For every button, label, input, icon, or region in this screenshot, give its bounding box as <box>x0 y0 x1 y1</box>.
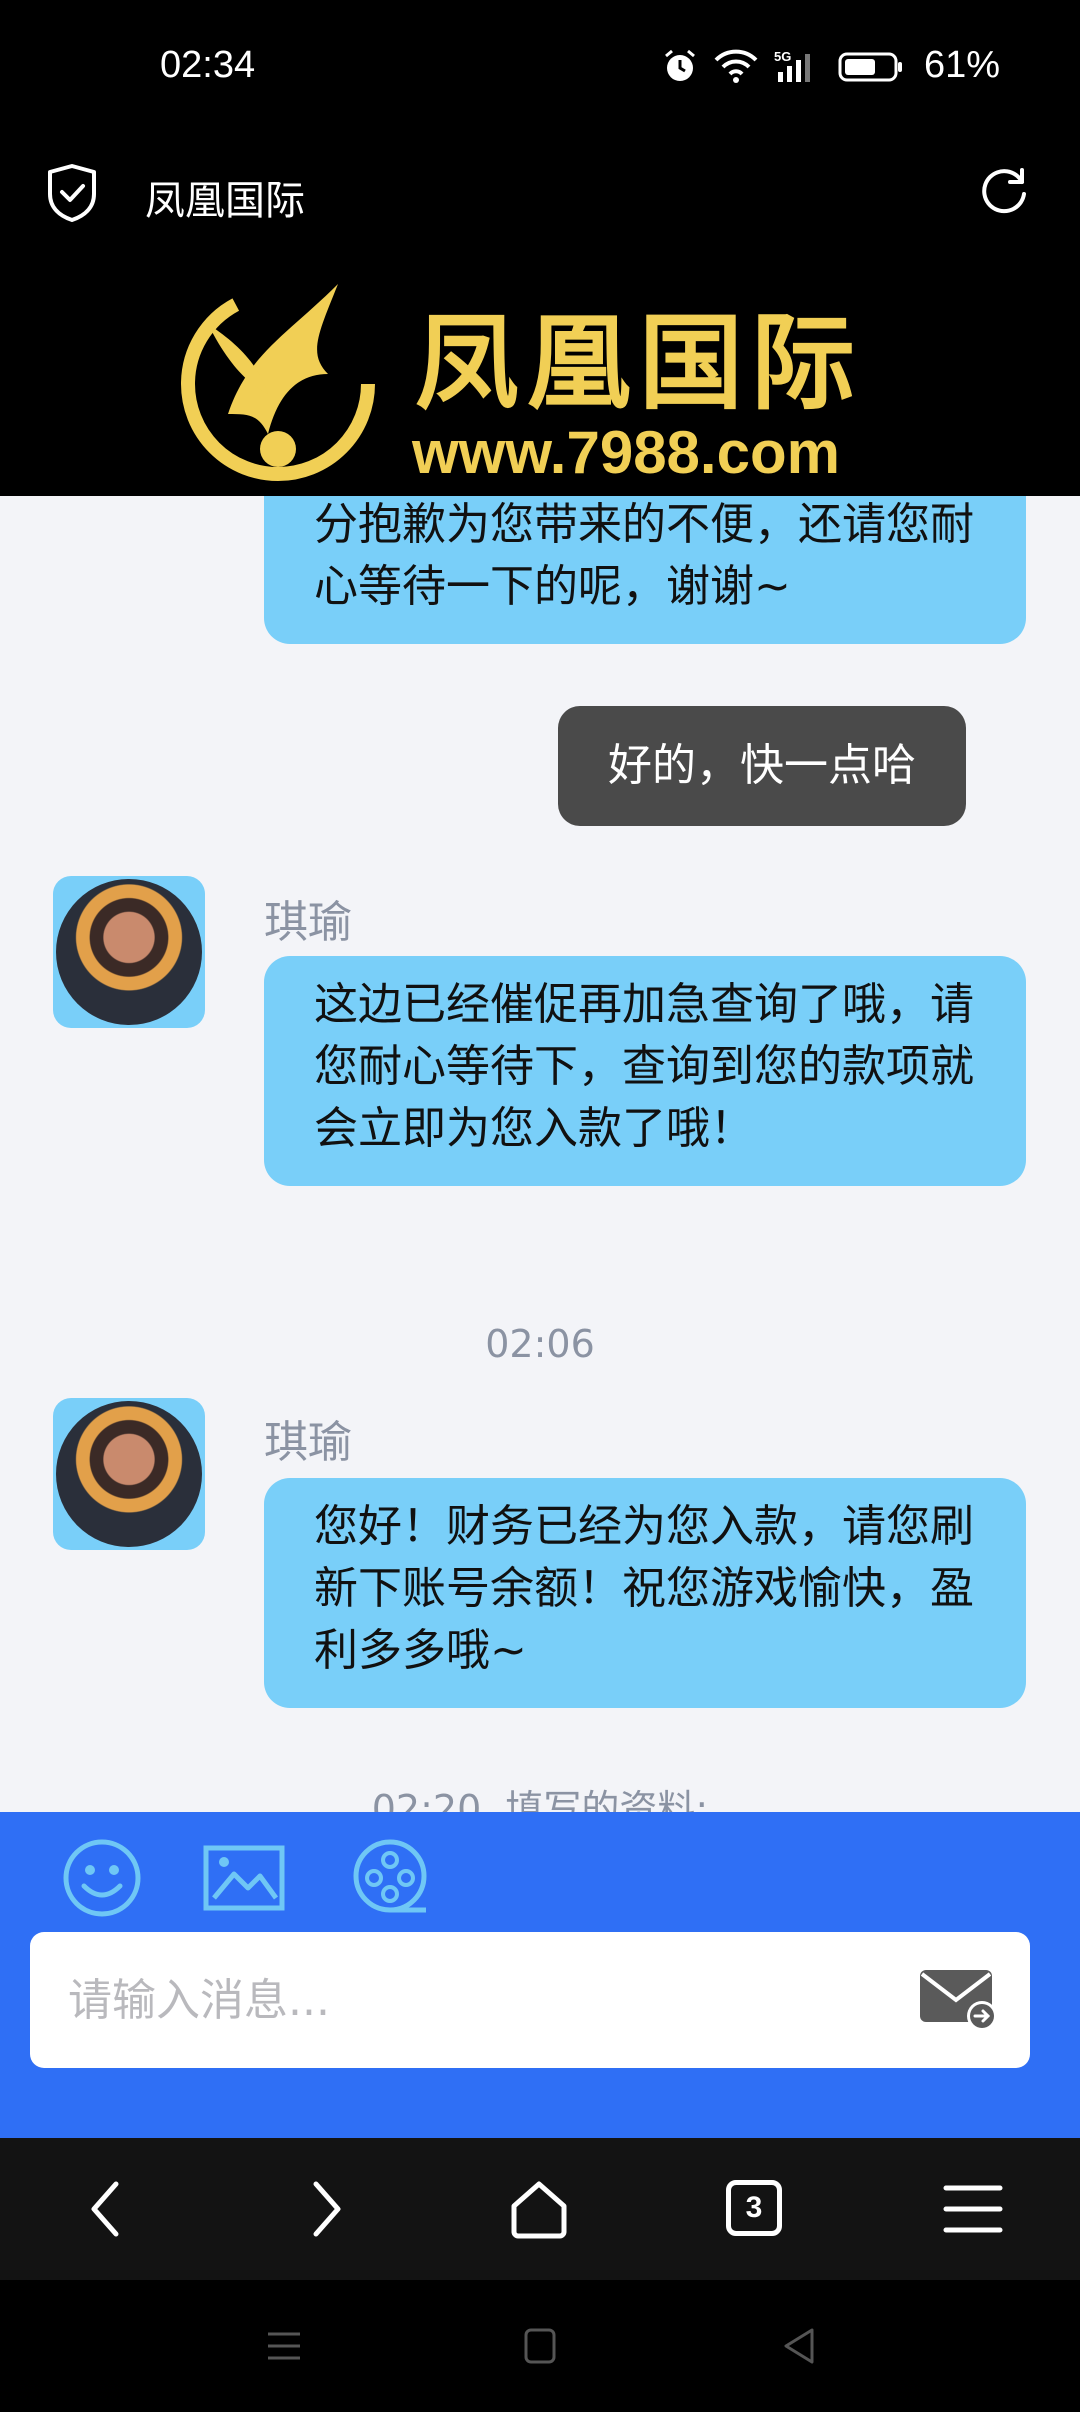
home-icon[interactable] <box>506 2176 572 2242</box>
image-icon[interactable] <box>202 1836 286 1920</box>
user-message: 好的，快一点哈 <box>558 706 966 826</box>
status-icons: 5G 61% <box>662 44 1000 87</box>
shield-icon[interactable] <box>44 162 100 224</box>
message-input[interactable] <box>68 1970 868 2030</box>
avatar-photo <box>56 879 202 1025</box>
avatar[interactable] <box>53 876 205 1028</box>
wifi-icon <box>714 49 758 83</box>
video-icon[interactable] <box>348 1836 432 1920</box>
agent-message: 这边已经催促再加急查询了哦，请您耐心等待下，查询到您的款项就会立即为您入款了哦！ <box>264 956 1026 1186</box>
menu-icon[interactable] <box>940 2176 1006 2242</box>
timestamp: 02:20 填写的资料: <box>371 1787 709 1812</box>
brand-name: 凤凰国际 <box>415 301 864 424</box>
timestamp: 02:06 <box>485 1322 595 1366</box>
message-composer <box>0 1812 1080 2138</box>
chat-window[interactable]: 分抱歉为您带来的不便，还请您耐心等待一下的呢，谢谢~ 好的，快一点哈 琪瑜 这边… <box>0 496 1080 1812</box>
back-icon[interactable] <box>76 2176 142 2242</box>
network-label: 5G <box>774 49 791 64</box>
sender-name: 琪瑜 <box>264 897 352 948</box>
alarm-icon <box>664 49 695 81</box>
refresh-icon[interactable] <box>976 162 1032 218</box>
battery-percent: 61% <box>923 44 1000 86</box>
system-nav-bar <box>0 2280 1080 2412</box>
message-input-box <box>30 1932 1030 2068</box>
forward-icon[interactable] <box>290 2176 356 2242</box>
send-mail-icon[interactable] <box>918 1966 1000 2032</box>
agent-message: 分抱歉为您带来的不便，还请您耐心等待一下的呢，谢谢~ <box>264 496 1026 644</box>
status-bar: 02:34 5G 61% <box>0 0 1080 140</box>
signal-icon: 5G <box>774 49 810 82</box>
status-time: 02:34 <box>160 44 256 86</box>
sender-name: 琪瑜 <box>264 1417 352 1468</box>
home-square-icon[interactable] <box>518 2324 562 2368</box>
agent-message: 您好！财务已经为您入款，请您刷新下账号余额！祝您游戏愉快，盈利多多哦~ <box>264 1478 1026 1708</box>
battery-icon <box>838 52 902 81</box>
browser-header: 凤凰国际 <box>0 140 1080 250</box>
browser-nav-bar: 3 <box>0 2138 1080 2280</box>
brand-banner: 凤凰国际 www.7988.com <box>0 250 1080 496</box>
tabs-button[interactable]: 3 <box>726 2180 792 2246</box>
phoenix-logo-icon <box>181 284 375 481</box>
emoji-icon[interactable] <box>60 1836 144 1920</box>
brand-url: www.7988.com <box>412 419 840 486</box>
recent-apps-icon[interactable] <box>262 2324 306 2368</box>
back-triangle-icon[interactable] <box>778 2324 822 2368</box>
avatar[interactable] <box>53 1398 205 1550</box>
site-title: 凤凰国际 <box>145 178 305 224</box>
tab-count: 3 <box>726 2180 782 2236</box>
avatar-photo <box>56 1401 202 1547</box>
